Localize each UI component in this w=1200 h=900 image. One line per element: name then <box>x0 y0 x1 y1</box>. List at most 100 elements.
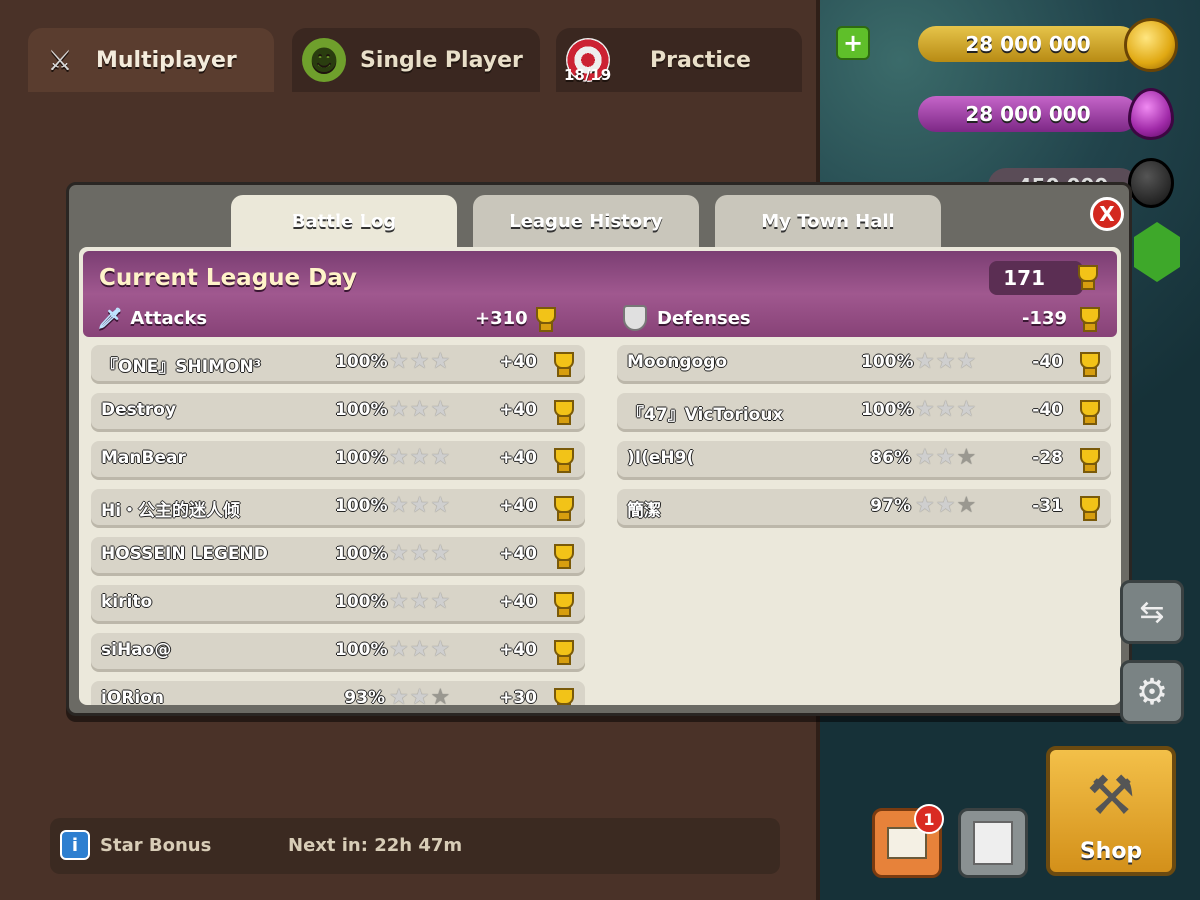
star-icon: ★ <box>389 445 409 470</box>
destruction-percent: 100% <box>335 400 388 420</box>
defense-row[interactable]: 『47』VicTorioux 100% ★ ★ ★ -40 <box>617 393 1111 429</box>
defense-row[interactable]: 簡潔 97% ★ ★ ★ -31 <box>617 489 1111 525</box>
defenses-label: Defenses <box>657 307 751 329</box>
tab-practice[interactable]: 18/19 Practice <box>556 28 802 92</box>
gear-icon: ⚙ <box>1135 671 1169 713</box>
star-icon: ★ <box>430 349 451 374</box>
tab-league-history-label: League History <box>509 210 663 232</box>
close-button[interactable]: X <box>1090 197 1124 231</box>
attack-row[interactable]: kirito 100% ★ ★ ★ +40 <box>91 585 585 621</box>
star-icon: ★ <box>956 397 977 422</box>
attack-row[interactable]: ManBear 100% ★ ★ ★ +40 <box>91 441 585 477</box>
star-bonus-bar: i Star Bonus Next in: 22h 47m <box>50 818 780 874</box>
attacks-total-value: +310 <box>475 307 528 329</box>
star-icon: ★ <box>409 589 430 614</box>
trophy-change: -31 <box>1032 496 1063 516</box>
attack-row[interactable]: Hi・公主的迷人倾 100% ★ ★ ★ +40 <box>91 489 585 525</box>
star-icon: ★ <box>389 397 409 422</box>
battle-log-content[interactable]: Current League Day 171 🗡 Attacks +310 De… <box>79 247 1121 705</box>
star-icon: ★ <box>430 589 451 614</box>
star-icon: ★ <box>409 493 430 518</box>
league-day-header: Current League Day 171 🗡 Attacks +310 De… <box>83 251 1117 337</box>
tab-battle-log-label: Battle Log <box>291 210 397 232</box>
trophy-icon <box>531 305 557 332</box>
attacks-total: +310 <box>475 303 557 333</box>
attack-row[interactable]: siHao@ 100% ★ ★ ★ +40 <box>91 633 585 669</box>
battle-log-modal: Battle Log League History My Town Hall X… <box>66 182 1132 716</box>
star-icon: ★ <box>389 685 409 706</box>
league-day-title: Current League Day <box>99 265 358 291</box>
star-icon: ★ <box>409 445 430 470</box>
star-rating: ★ ★ ★ <box>915 399 977 421</box>
star-icon: ★ <box>935 397 956 422</box>
star-rating: ★ ★ ★ <box>915 495 977 517</box>
destruction-percent: 100% <box>335 448 388 468</box>
shop-label: Shop <box>1079 839 1143 864</box>
star-icon: ★ <box>389 541 409 566</box>
defenses-header: Defenses <box>623 303 751 333</box>
destruction-percent: 97% <box>870 496 911 516</box>
star-icon: ★ <box>389 637 409 662</box>
settings-button[interactable]: ⚙ <box>1120 660 1184 724</box>
trophy-change: +40 <box>499 592 537 612</box>
star-rating: ★ ★ ★ <box>389 543 451 565</box>
star-icon: ★ <box>389 349 409 374</box>
tab-league-history[interactable]: League History <box>473 195 699 247</box>
attack-row[interactable]: iORion 93% ★ ★ ★ +30 <box>91 681 585 705</box>
defense-row[interactable]: )I(eH9(86% ★ ★ ★ -28 <box>617 441 1111 477</box>
league-trophy-total: 171 <box>989 261 1083 295</box>
attack-row[interactable]: Destroy 100% ★ ★ ★ +40 <box>91 393 585 429</box>
attacks-label: Attacks <box>130 307 208 329</box>
star-icon: ★ <box>935 349 956 374</box>
attack-row[interactable]: HOSSEIN LEGEND 100% ★ ★ ★ +40 <box>91 537 585 573</box>
trophy-change: -28 <box>1032 448 1063 468</box>
player-name: )I(eH9( <box>627 448 695 468</box>
trophy-icon <box>1075 350 1101 377</box>
attack-row[interactable]: 『ONE』SHIMON³ 100% ★ ★ ★ +40 <box>91 345 585 381</box>
shop-button[interactable]: ⚒ Shop <box>1046 746 1176 876</box>
destruction-percent: 100% <box>861 400 914 420</box>
news-button[interactable] <box>958 808 1028 878</box>
star-icon: ★ <box>430 637 451 662</box>
star-icon: ★ <box>915 397 935 422</box>
destruction-percent: 100% <box>335 640 388 660</box>
elixir-counter: 28 000 000 <box>918 96 1138 132</box>
trophy-change: -40 <box>1032 352 1063 372</box>
shield-icon <box>623 305 647 331</box>
league-trophy-count: 171 <box>1003 266 1045 290</box>
trophy-change: +30 <box>499 688 537 705</box>
defense-row[interactable]: Moongogo 100% ★ ★ ★ -40 <box>617 345 1111 381</box>
player-name: ManBear <box>101 448 186 468</box>
add-gems-button[interactable]: + <box>836 26 870 60</box>
star-bonus-timer: Next in: 22h 47m <box>288 835 463 856</box>
hammer-icon: ⚒ <box>1086 764 1136 827</box>
star-rating: ★ ★ ★ <box>389 639 451 661</box>
star-icon: ★ <box>956 493 977 518</box>
trophy-change: -40 <box>1032 400 1063 420</box>
trophy-change: +40 <box>499 544 537 564</box>
player-name: Destroy <box>101 400 177 420</box>
tab-multiplayer[interactable]: ⚔ Multiplayer <box>28 28 274 92</box>
layout-swap-button[interactable]: ⇆ <box>1120 580 1184 644</box>
trophy-icon <box>549 542 575 569</box>
star-icon: ★ <box>389 493 409 518</box>
star-icon: ★ <box>430 445 451 470</box>
player-name: 『47』VicTorioux <box>627 405 784 425</box>
star-rating: ★ ★ ★ <box>389 351 451 373</box>
star-rating: ★ ★ ★ <box>915 351 977 373</box>
star-icon: ★ <box>935 493 956 518</box>
trophy-change: +40 <box>499 496 537 516</box>
tab-battle-log[interactable]: Battle Log <box>231 195 457 247</box>
tab-single-player[interactable]: ☻ Single Player <box>292 28 540 92</box>
trophy-change: +40 <box>499 400 537 420</box>
player-name: kirito <box>101 592 153 612</box>
trophy-icon <box>1075 305 1101 332</box>
tab-my-town-hall[interactable]: My Town Hall <box>715 195 941 247</box>
star-icon: ★ <box>430 493 451 518</box>
destruction-percent: 100% <box>335 352 388 372</box>
elixir-amount: 28 000 000 <box>965 102 1091 126</box>
info-icon[interactable]: i <box>60 830 90 860</box>
attacks-header: 🗡 Attacks <box>97 303 207 333</box>
close-icon: X <box>1099 202 1115 226</box>
star-icon: ★ <box>409 637 430 662</box>
